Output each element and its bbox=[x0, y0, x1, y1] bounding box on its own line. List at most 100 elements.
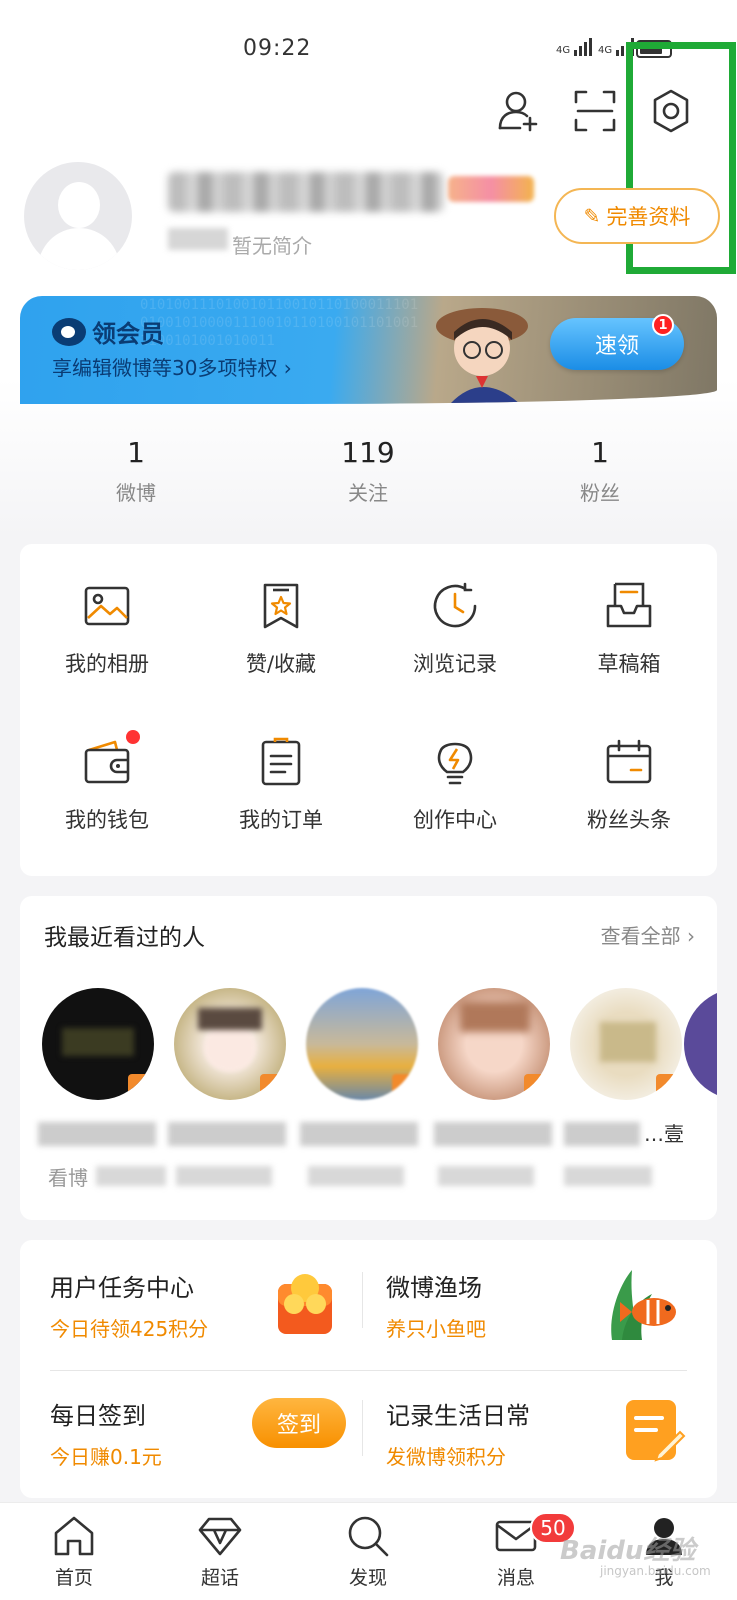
home-icon bbox=[54, 1516, 94, 1556]
network-type-label: 4G bbox=[598, 45, 613, 56]
grid-item-photo-album[interactable]: 我的相册 bbox=[20, 580, 194, 678]
function-grid: 我的相册 赞/收藏 浏览记录 草稿箱 我的钱包 我的订单 创作中心 粉丝头条 bbox=[20, 544, 717, 876]
order-list-icon bbox=[261, 737, 301, 786]
tab-label: 发现 bbox=[348, 1567, 387, 1589]
recently-viewed-card: 我最近看过的人 查看全部 › …壹 看博 bbox=[20, 896, 717, 1220]
recent-name-suffix: …壹 bbox=[644, 1122, 684, 1146]
status-bar: 09:22 4G 4G bbox=[0, 0, 737, 90]
add-friend-button[interactable] bbox=[496, 88, 542, 134]
stat-weibo[interactable]: 1 微博 bbox=[56, 436, 216, 506]
blurred-recent-subtext bbox=[308, 1166, 404, 1186]
grid-item-label: 赞/收藏 bbox=[245, 652, 317, 676]
edit-profile-button[interactable]: ✎ 完善资料 bbox=[554, 188, 720, 244]
profile-stats: 1 微博 119 关注 1 粉丝 bbox=[0, 436, 737, 516]
tasks-card: 用户任务中心 今日待领425积分 微博渔场 养只小鱼吧 每日签到 今日赚0.1元… bbox=[20, 1240, 717, 1498]
recent-avatar[interactable] bbox=[684, 988, 717, 1100]
grid-item-label: 创作中心 bbox=[413, 808, 497, 832]
tab-home[interactable]: 首页 bbox=[34, 1513, 114, 1590]
blurred-recent-subtext bbox=[176, 1166, 272, 1186]
grid-item-drafts[interactable]: 草稿箱 bbox=[542, 580, 716, 678]
stat-following[interactable]: 119 关注 bbox=[288, 436, 448, 506]
draft-box-icon bbox=[606, 582, 652, 628]
blurred-username[interactable] bbox=[168, 172, 444, 212]
recently-viewed-title: 我最近看过的人 bbox=[44, 925, 205, 951]
grid-item-label: 草稿箱 bbox=[597, 652, 661, 676]
divider bbox=[50, 1370, 687, 1371]
scan-button[interactable] bbox=[572, 88, 618, 134]
recent-avatar[interactable] bbox=[306, 988, 418, 1100]
baidu-watermark: Baidu经验 bbox=[560, 1536, 696, 1566]
wallet-icon bbox=[84, 740, 130, 784]
battery-icon bbox=[636, 40, 672, 58]
bookmark-star-icon bbox=[263, 583, 299, 629]
blurred-recent-subtext bbox=[564, 1166, 652, 1186]
add-user-icon bbox=[498, 91, 538, 132]
blurred-recent-name bbox=[168, 1122, 286, 1146]
blurred-subtext bbox=[168, 228, 228, 250]
grid-item-label: 我的钱包 bbox=[65, 808, 149, 832]
vip-banner[interactable]: 0101001110100101100101101000111010100101… bbox=[20, 296, 717, 404]
grid-item-orders[interactable]: 我的订单 bbox=[194, 736, 368, 834]
vip-title: 领会员 bbox=[52, 314, 164, 349]
vip-title-text: 领会员 bbox=[92, 320, 164, 348]
note-edit-icon bbox=[626, 1400, 686, 1462]
stat-label: 关注 bbox=[348, 481, 388, 505]
divider bbox=[362, 1400, 363, 1456]
scan-icon bbox=[574, 90, 616, 132]
tab-label: 首页 bbox=[54, 1567, 93, 1589]
profile-header: 暂无简介 ✎ 完善资料 bbox=[0, 150, 737, 270]
blurred-recent-name bbox=[434, 1122, 552, 1146]
recent-avatar[interactable] bbox=[42, 988, 154, 1100]
settings-button[interactable] bbox=[648, 88, 694, 134]
blurred-recent-name bbox=[564, 1122, 640, 1146]
stat-followers[interactable]: 1 粉丝 bbox=[520, 436, 680, 506]
grid-item-creator-center[interactable]: 创作中心 bbox=[368, 736, 542, 834]
signal-strength-icon: 4G bbox=[598, 38, 635, 56]
photo-album-icon bbox=[84, 586, 130, 626]
baidu-watermark-url: jingyan.baidu.com bbox=[600, 1564, 711, 1578]
recent-avatar[interactable] bbox=[570, 988, 682, 1100]
history-clock-icon bbox=[433, 582, 477, 628]
blurred-recent-subtext bbox=[96, 1166, 166, 1186]
tab-super-topic[interactable]: 超话 bbox=[180, 1513, 260, 1590]
wallet-notification-dot bbox=[126, 730, 140, 744]
recent-avatar[interactable] bbox=[174, 988, 286, 1100]
blurred-recent-name bbox=[38, 1122, 156, 1146]
avatar[interactable] bbox=[24, 162, 132, 270]
see-all-link[interactable]: 查看全部 › bbox=[601, 920, 695, 949]
weibo-logo-icon bbox=[52, 317, 86, 346]
grid-item-wallet[interactable]: 我的钱包 bbox=[20, 730, 194, 834]
calendar-icon bbox=[606, 739, 652, 784]
blurred-recent-name bbox=[300, 1122, 418, 1146]
tab-discover[interactable]: 发现 bbox=[328, 1513, 408, 1590]
network-type-label: 4G bbox=[556, 45, 571, 56]
search-icon bbox=[348, 1516, 389, 1557]
pencil-icon: ✎ bbox=[583, 204, 601, 228]
tab-label: 超话 bbox=[200, 1567, 239, 1589]
divider bbox=[362, 1272, 363, 1328]
banner-binary-pattern: 0101001110100101100101101000111010100101… bbox=[140, 297, 419, 349]
coin-bag-icon bbox=[278, 1274, 332, 1334]
vip-subtitle[interactable]: 享编辑微博等30多项特权 › bbox=[52, 352, 292, 381]
lightbulb-icon bbox=[437, 742, 473, 785]
stat-value: 1 bbox=[127, 436, 145, 469]
blurred-member-badge bbox=[448, 176, 534, 202]
stat-label: 粉丝 bbox=[580, 481, 620, 505]
gear-icon bbox=[653, 89, 689, 133]
stat-value: 1 bbox=[591, 436, 609, 469]
edit-profile-label: 完善资料 bbox=[606, 205, 691, 229]
check-in-button[interactable]: 签到 bbox=[252, 1398, 346, 1448]
grid-item-fan-headlines[interactable]: 粉丝头条 bbox=[542, 736, 716, 834]
blurred-recent-subtext bbox=[438, 1166, 534, 1186]
grid-item-label: 我的相册 bbox=[65, 652, 149, 676]
notification-badge: 1 bbox=[652, 314, 674, 336]
stat-value: 119 bbox=[341, 436, 395, 469]
grid-item-history[interactable]: 浏览记录 bbox=[368, 580, 542, 678]
status-time: 09:22 bbox=[243, 36, 312, 61]
grid-item-likes-favorites[interactable]: 赞/收藏 bbox=[194, 580, 368, 678]
recent-avatar[interactable] bbox=[438, 988, 550, 1100]
cartoon-character-image bbox=[436, 308, 528, 404]
profile-intro: 暂无简介 bbox=[232, 234, 312, 258]
fish-icon bbox=[611, 1270, 676, 1340]
diamond-icon bbox=[198, 1517, 242, 1556]
